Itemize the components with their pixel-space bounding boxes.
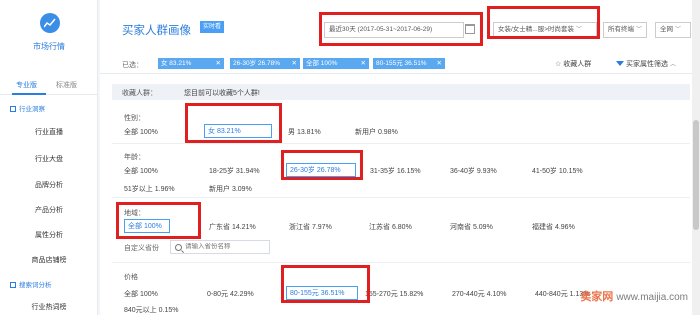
hint-text: 您目前可以收藏5个人群!	[184, 90, 260, 97]
watermark-url: www.maijia.com	[616, 292, 688, 303]
favorite-button[interactable]: ☆ 收藏人群	[555, 59, 591, 69]
watermark-brand: 卖家网	[580, 291, 614, 303]
search-words-icon	[10, 282, 16, 288]
close-icon[interactable]: ✕	[216, 58, 221, 69]
scrollbar-thumb[interactable]	[693, 120, 699, 230]
selected-bar: 已选： 女 83.21% ✕ 26-30岁 26.78% ✕ 全部 100% ✕ 80…	[100, 54, 700, 74]
sidebar-item-product[interactable]: 产品分析	[0, 205, 98, 215]
network-value: 全网	[660, 26, 673, 33]
province-search[interactable]	[170, 240, 270, 254]
category-value: 女装/女士精...服>时尚套装	[498, 26, 575, 33]
realtime-badge[interactable]: 实时看	[200, 21, 225, 33]
gender-option-female[interactable]: 女 83.21%	[204, 124, 272, 138]
chip-text: 全部 100%	[306, 60, 338, 67]
favorite-label: 收藏人群	[563, 61, 592, 68]
chip-gender[interactable]: 女 83.21% ✕	[158, 58, 224, 69]
terminal-value: 所有终端	[608, 26, 634, 33]
gender-option-all[interactable]: 全部 100%	[124, 127, 158, 137]
price-option-80-155[interactable]: 80-155元 36.51%	[286, 286, 358, 300]
watermark: 卖家网 www.maijia.com	[580, 288, 688, 304]
chip-text: 26-30岁 26.78%	[233, 60, 280, 67]
nav-group-label: 行业洞察	[19, 106, 45, 113]
price-option-270-440[interactable]: 270-440元 4.10%	[452, 289, 506, 299]
chevron-down-icon: ﹀	[636, 27, 643, 33]
price-option-155-270[interactable]: 155-270元 15.82%	[365, 289, 423, 299]
hint-label: 收藏人群：	[122, 90, 157, 97]
age-option-26-30[interactable]: 26-30岁 26.78%	[286, 163, 356, 177]
version-tabs: 专业版 标准版	[0, 75, 98, 95]
active-tab-underline	[12, 93, 46, 95]
province-search-input[interactable]	[185, 243, 267, 250]
gender-option-new[interactable]: 新用户 0.98%	[355, 127, 398, 137]
sidebar-logo: 市场行情	[0, 0, 98, 70]
region-option-all[interactable]: 全部 100%	[124, 219, 170, 233]
gender-option-male[interactable]: 男 13.81%	[288, 127, 321, 137]
region-option-zhejiang[interactable]: 浙江省 7.97%	[289, 222, 332, 232]
chip-region[interactable]: 全部 100% ✕	[303, 58, 369, 69]
terminal-select[interactable]: 所有终端 ﹀	[603, 22, 647, 38]
region-option-jiangsu[interactable]: 江苏省 6.80%	[369, 222, 412, 232]
age-option-new[interactable]: 新用户 3.09%	[209, 184, 252, 194]
sidebar: 市场行情 专业版 标准版 行业洞察 行业直播 行业大盘 品牌分析 产品分析 属性…	[0, 0, 98, 315]
star-icon: ☆	[555, 61, 562, 68]
divider	[112, 143, 690, 144]
sidebar-item-attribute[interactable]: 属性分析	[0, 230, 98, 240]
sidebar-item-live[interactable]: 行业直播	[0, 127, 98, 137]
price-label: 价格	[124, 274, 138, 281]
region-option-fujian[interactable]: 福建省 4.96%	[532, 222, 575, 232]
buyer-filter-button[interactable]: 买家属性筛选 ︿	[616, 59, 676, 69]
filter-label: 买家属性筛选	[626, 61, 668, 68]
chip-text: 80-155元 36.51%	[376, 60, 427, 67]
category-select[interactable]: 女装/女士精...服>时尚套装 ﹀	[493, 22, 597, 38]
main-panel: 买家人群画像 实时看 最近30天 (2017-05-31~2017-06-29)…	[100, 0, 700, 315]
scrollbar[interactable]	[692, 0, 700, 315]
age-option-31-35[interactable]: 31-35岁 16.15%	[370, 166, 421, 176]
region-label: 地域：	[124, 210, 145, 217]
sidebar-item-overview[interactable]: 行业大盘	[0, 154, 98, 164]
price-option-all[interactable]: 全部 100%	[124, 289, 158, 299]
tab-professional[interactable]: 专业版	[16, 80, 37, 90]
divider	[112, 262, 690, 263]
age-option-51plus[interactable]: 51岁以上 1.96%	[124, 184, 175, 194]
market-icon	[40, 13, 60, 33]
favorite-hint-row: 收藏人群： 您目前可以收藏5个人群!	[112, 84, 690, 100]
chip-age[interactable]: 26-30岁 26.78% ✕	[230, 58, 300, 69]
search-icon	[175, 244, 182, 251]
chevron-down-icon: ﹀	[675, 27, 682, 33]
funnel-icon	[616, 61, 624, 66]
age-option-18-25[interactable]: 18-25岁 31.94%	[209, 166, 260, 176]
age-label: 年龄：	[124, 154, 145, 161]
sidebar-item-brand[interactable]: 品牌分析	[0, 180, 98, 190]
page-title: 买家人群画像	[122, 25, 191, 37]
close-icon[interactable]: ✕	[437, 58, 442, 69]
industry-icon	[10, 106, 16, 112]
close-icon[interactable]: ✕	[361, 58, 366, 69]
region-option-guangdong[interactable]: 广东省 14.21%	[209, 222, 256, 232]
age-option-41-50[interactable]: 41-50岁 10.15%	[532, 166, 583, 176]
date-range-select[interactable]: 最近30天 (2017-05-31~2017-06-29)	[324, 22, 464, 38]
selected-label: 已选：	[122, 62, 143, 69]
network-select[interactable]: 全网 ﹀	[655, 22, 691, 38]
calendar-icon[interactable]	[465, 24, 475, 34]
region-option-henan[interactable]: 河南省 5.09%	[450, 222, 493, 232]
sidebar-item-hot-words[interactable]: 行业热词榜	[0, 302, 98, 312]
divider	[112, 197, 690, 198]
sidebar-item-shop-rank[interactable]: 商品店铺榜	[0, 255, 98, 265]
nav-group-industry[interactable]: 行业洞察	[10, 103, 45, 113]
nav-group-label: 搜索词分析	[19, 282, 52, 289]
price-option-840plus[interactable]: 840元以上 0.15%	[124, 305, 178, 315]
chip-price[interactable]: 80-155元 36.51% ✕	[373, 58, 445, 69]
gender-label: 性别：	[124, 115, 145, 122]
chevron-down-icon: ﹀	[576, 27, 583, 33]
close-icon[interactable]: ✕	[292, 58, 297, 69]
tab-standard[interactable]: 标准版	[56, 80, 77, 90]
nav-group-search[interactable]: 搜索词分析	[10, 279, 52, 289]
age-option-all[interactable]: 全部 100%	[124, 166, 158, 176]
price-option-0-80[interactable]: 0-80元 42.29%	[207, 289, 254, 299]
custom-province-label: 自定义省份	[124, 245, 159, 252]
age-option-36-40[interactable]: 36-40岁 9.93%	[450, 166, 497, 176]
chip-text: 女 83.21%	[161, 60, 192, 67]
sidebar-title: 市场行情	[33, 42, 65, 51]
chevron-up-icon: ︿	[670, 62, 677, 68]
